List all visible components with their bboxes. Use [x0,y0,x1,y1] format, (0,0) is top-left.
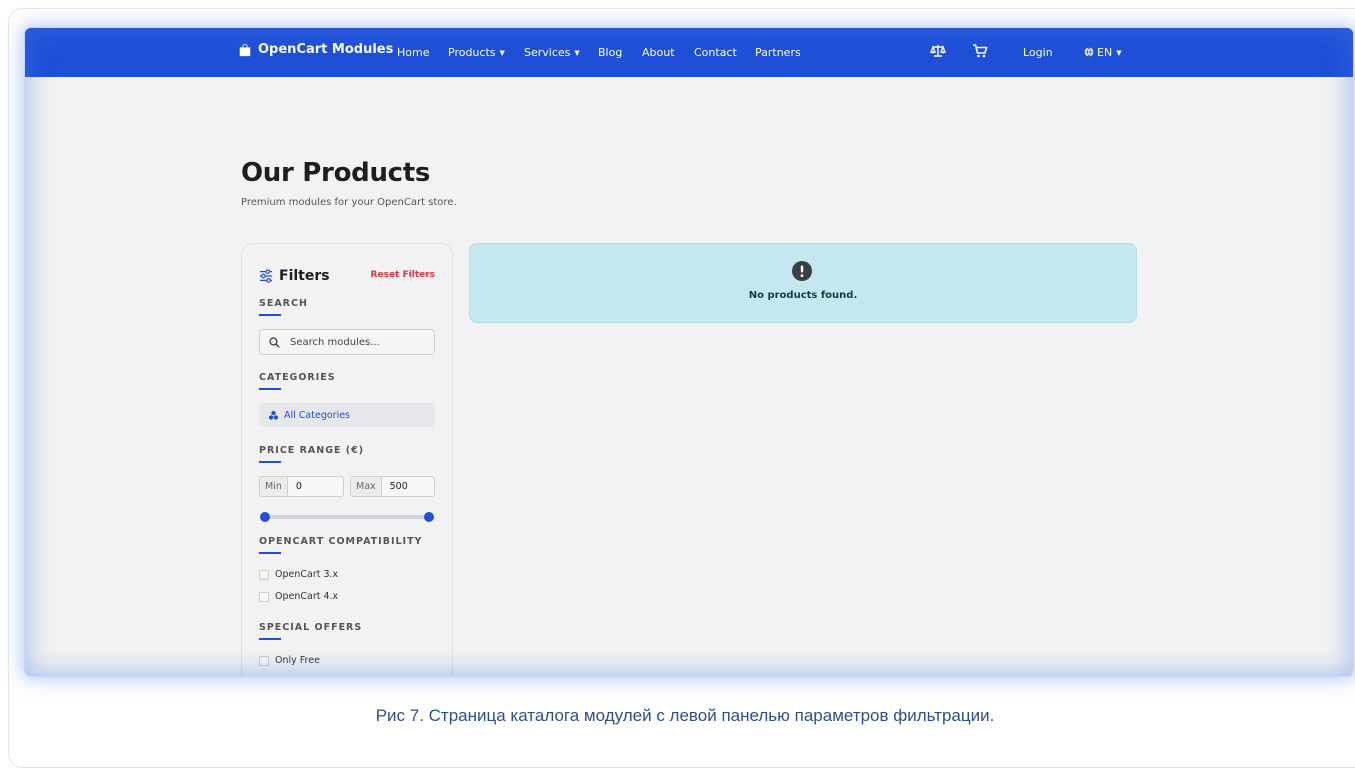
category-all-label: All Categories [284,409,351,421]
price-min-field[interactable]: Min 0 [259,476,344,497]
search-section-title: SEARCH [259,298,308,316]
search-icon [269,337,280,348]
brand-name: OpenCart Modules [258,42,394,57]
no-products-alert: No products found. [469,243,1137,323]
page-title: Our Products [241,158,431,188]
checkbox-label: Only Free [275,655,320,666]
compatibility-section-title: OPENCART COMPATIBILITY [259,536,423,554]
caret-down-icon: ▼ [1116,49,1122,57]
exclamation-circle-icon [792,261,812,281]
navbar: OpenCart Modules Home Products ▼ Services… [25,28,1353,77]
offers-section-title: SPECIAL OFFERS [259,622,363,640]
nav-services-label: Services [524,46,571,59]
caret-down-icon: ▼ [499,49,505,57]
page-subtitle: Premium modules for your OpenCart store. [241,197,457,208]
price-range-slider[interactable] [260,512,434,522]
checkbox-box[interactable] [259,655,269,666]
sliders-icon [259,269,273,283]
nav-products[interactable]: Products ▼ [448,46,505,59]
nav-services[interactable]: Services ▼ [524,46,580,59]
nav-home[interactable]: Home [397,46,429,59]
nav-products-label: Products [448,46,496,59]
brand-logo[interactable]: OpenCart Modules [238,42,393,57]
nav-partners[interactable]: Partners [755,46,801,59]
language-label: EN [1097,46,1113,59]
price-min-input[interactable]: 0 [288,477,310,496]
checkbox-opencart-4[interactable]: OpenCart 4.x [259,591,338,602]
nav-contact[interactable]: Contact [694,46,737,59]
categories-section-title: CATEGORIES [259,372,336,390]
checkbox-opencart-3[interactable]: OpenCart 3.x [259,569,338,580]
nav-about[interactable]: About [642,46,675,59]
price-max-label: Max [351,477,382,496]
figure-caption: Рис 7. Страница каталога модулей с левой… [375,706,995,725]
price-min-label: Min [260,477,288,496]
language-dropdown[interactable]: EN ▼ [1084,46,1122,59]
reset-filters-button[interactable]: Reset Filters [371,270,435,280]
price-max-field[interactable]: Max 500 [350,476,435,497]
search-field[interactable] [259,329,435,355]
scale-icon[interactable] [930,43,946,59]
login-link[interactable]: Login [1023,46,1053,59]
checkbox-only-free[interactable]: Only Free [259,655,320,666]
price-section-title: PRICE RANGE (€) [259,445,365,463]
checkbox-label: OpenCart 3.x [275,569,339,580]
filters-panel: Filters Reset Filters SEARCH CATEGORIES … [241,243,453,676]
slider-min-handle[interactable] [260,512,270,522]
cart-icon[interactable] [972,43,988,59]
filters-heading: Filters [259,268,330,284]
filters-title: Filters [279,268,330,284]
slider-max-handle[interactable] [424,512,434,522]
checkbox-label: OpenCart 4.x [275,591,339,602]
shopping-bag-icon [239,43,251,56]
caret-down-icon: ▼ [574,49,580,57]
category-all[interactable]: All Categories [259,403,435,427]
cubes-icon [269,410,278,420]
price-max-input[interactable]: 500 [382,477,416,496]
nav-blog[interactable]: Blog [598,46,622,59]
screenshot: OpenCart Modules Home Products ▼ Services… [25,28,1353,676]
checkbox-box[interactable] [259,569,269,580]
globe-icon [1084,47,1094,57]
search-input[interactable] [290,333,430,351]
checkbox-box[interactable] [259,591,269,602]
no-products-message: No products found. [748,290,858,301]
